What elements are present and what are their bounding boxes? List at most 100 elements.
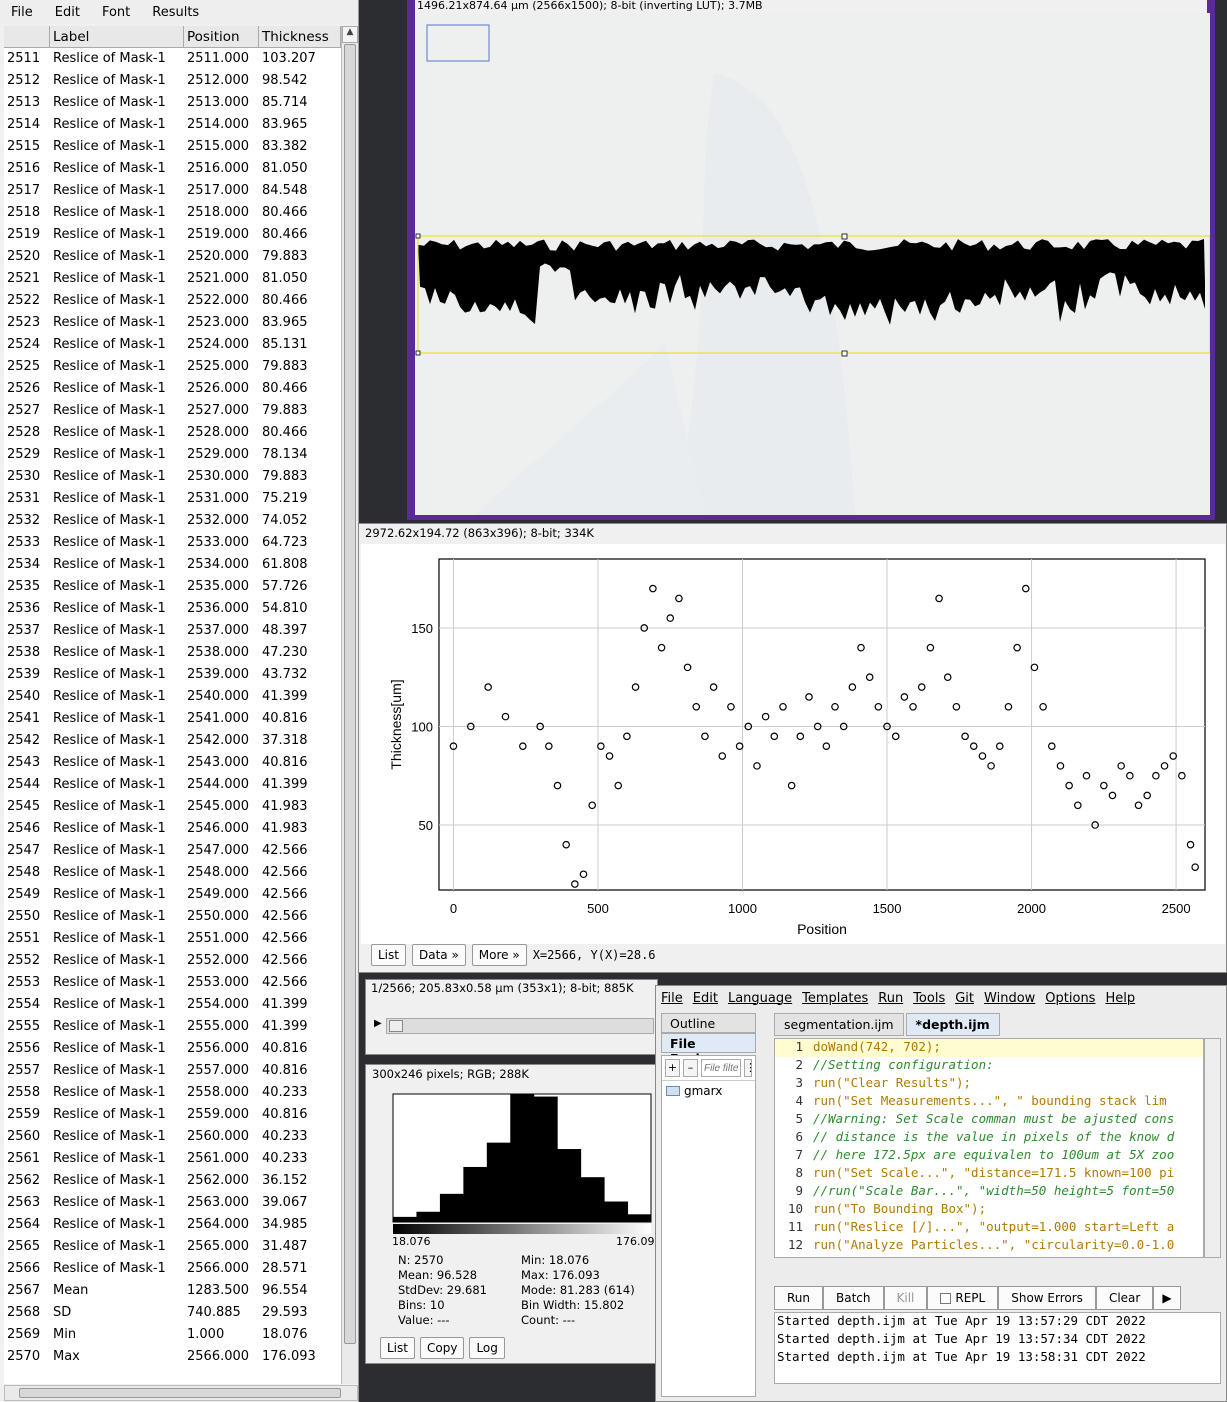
selection-handle[interactable] (841, 350, 848, 357)
console-output[interactable]: Started depth.ijm at Tue Apr 19 13:57:29… (774, 1312, 1221, 1384)
checkbox-icon[interactable] (940, 1292, 952, 1304)
table-row[interactable]: 2568 SD 740.885 29.593 (4, 1302, 341, 1324)
table-row[interactable]: 2556 Reslice of Mask-1 2556.000 40.816 (4, 1038, 341, 1060)
run-button[interactable]: Run (774, 1286, 824, 1310)
code-line[interactable]: 1 doWand(742, 702); (775, 1039, 1203, 1057)
table-row[interactable]: 2530 Reslice of Mask-1 2530.000 79.883 (4, 466, 341, 488)
menu-help[interactable]: Help (1100, 991, 1140, 1006)
repl-toggle[interactable]: REPL (927, 1286, 999, 1310)
table-row[interactable]: 2525 Reslice of Mask-1 2525.000 79.883 (4, 356, 341, 378)
scroll-thumb[interactable] (19, 1388, 341, 1398)
table-row[interactable]: 2563 Reslice of Mask-1 2563.000 39.067 (4, 1192, 341, 1214)
tab-outline[interactable]: Outline (661, 1013, 756, 1033)
table-row[interactable]: 2521 Reslice of Mask-1 2521.000 81.050 (4, 268, 341, 290)
table-row[interactable]: 2538 Reslice of Mask-1 2538.000 47.230 (4, 642, 341, 664)
column-header-thickness[interactable]: Thickness (259, 26, 341, 47)
table-row[interactable]: 2528 Reslice of Mask-1 2528.000 80.466 (4, 422, 341, 444)
table-row[interactable]: 2534 Reslice of Mask-1 2534.000 61.808 (4, 554, 341, 576)
table-row[interactable]: 2514 Reslice of Mask-1 2514.000 83.965 (4, 114, 341, 136)
code-line[interactable]: 10 run("To Bounding Box"); (775, 1201, 1203, 1219)
table-row[interactable]: 2511 Reslice of Mask-1 2511.000 103.207 (4, 48, 341, 70)
table-row[interactable]: 2561 Reslice of Mask-1 2561.000 40.233 (4, 1148, 341, 1170)
code-line[interactable]: 5 //Warning: Set Scale comman must be aju… (775, 1111, 1203, 1129)
table-row[interactable]: 2522 Reslice of Mask-1 2522.000 80.466 (4, 290, 341, 312)
table-row[interactable]: 2557 Reslice of Mask-1 2557.000 40.816 (4, 1060, 341, 1082)
list-button[interactable]: List (371, 944, 406, 966)
code-line[interactable]: 8 run("Set Scale...", "distance=171.5 kno… (775, 1165, 1203, 1183)
table-row[interactable]: 2531 Reslice of Mask-1 2531.000 75.219 (4, 488, 341, 510)
log-button[interactable]: Log (469, 1337, 505, 1359)
code-line[interactable]: 9 //run("Scale Bar...", "width=50 height=… (775, 1183, 1203, 1201)
column-header-index[interactable] (4, 26, 50, 47)
table-row[interactable]: 2553 Reslice of Mask-1 2553.000 42.566 (4, 972, 341, 994)
play-icon[interactable]: ▶ (374, 1018, 382, 1029)
data-button[interactable]: Data » (411, 944, 466, 966)
menu-edit[interactable]: Edit (688, 991, 723, 1006)
table-row[interactable]: 2540 Reslice of Mask-1 2540.000 41.399 (4, 686, 341, 708)
tab-depth[interactable]: *depth.ijm (905, 1013, 1000, 1036)
table-row[interactable]: 2550 Reslice of Mask-1 2550.000 42.566 (4, 906, 341, 928)
table-row[interactable]: 2558 Reslice of Mask-1 2558.000 40.233 (4, 1082, 341, 1104)
results-vertical-scrollbar[interactable]: ▲ (341, 26, 358, 1384)
table-row[interactable]: 2532 Reslice of Mask-1 2532.000 74.052 (4, 510, 341, 532)
code-line[interactable]: 3 run("Clear Results"); (775, 1075, 1203, 1093)
tab-segmentation[interactable]: segmentation.ijm (774, 1013, 904, 1036)
table-row[interactable]: 2535 Reslice of Mask-1 2535.000 57.726 (4, 576, 341, 598)
table-row[interactable]: 2551 Reslice of Mask-1 2551.000 42.566 (4, 928, 341, 950)
menu-window[interactable]: Window (979, 991, 1040, 1006)
table-row[interactable]: 2549 Reslice of Mask-1 2549.000 42.566 (4, 884, 341, 906)
table-row[interactable]: 2555 Reslice of Mask-1 2555.000 41.399 (4, 1016, 341, 1038)
menu-edit[interactable]: Edit (44, 5, 91, 20)
menu-file[interactable]: File (656, 991, 688, 1006)
table-row[interactable]: 2548 Reslice of Mask-1 2548.000 42.566 (4, 862, 341, 884)
selection-handle[interactable] (841, 233, 848, 240)
table-row[interactable]: 2512 Reslice of Mask-1 2512.000 98.542 (4, 70, 341, 92)
table-row[interactable]: 2519 Reslice of Mask-1 2519.000 80.466 (4, 224, 341, 246)
table-row[interactable]: 2566 Reslice of Mask-1 2566.000 28.571 (4, 1258, 341, 1280)
add-icon[interactable]: + (665, 1059, 680, 1077)
table-row[interactable]: 2552 Reslice of Mask-1 2552.000 42.566 (4, 950, 341, 972)
play-icon[interactable]: ▶ (1153, 1286, 1181, 1310)
table-row[interactable]: 2527 Reslice of Mask-1 2527.000 79.883 (4, 400, 341, 422)
table-row[interactable]: 2529 Reslice of Mask-1 2529.000 78.134 (4, 444, 341, 466)
table-row[interactable]: 2526 Reslice of Mask-1 2526.000 80.466 (4, 378, 341, 400)
table-row[interactable]: 2554 Reslice of Mask-1 2554.000 41.399 (4, 994, 341, 1016)
scroll-up-icon[interactable]: ▲ (342, 26, 358, 43)
code-line[interactable]: 7 // here 172.5px are equivalen to 100um … (775, 1147, 1203, 1165)
table-row[interactable]: 2523 Reslice of Mask-1 2523.000 83.965 (4, 312, 341, 334)
table-row[interactable]: 2567 Mean 1283.500 96.554 (4, 1280, 341, 1302)
code-vertical-scrollbar[interactable] (1204, 1038, 1221, 1258)
table-row[interactable]: 2543 Reslice of Mask-1 2543.000 40.816 (4, 752, 341, 774)
table-row[interactable]: 2546 Reslice of Mask-1 2546.000 41.983 (4, 818, 341, 840)
code-area[interactable]: 1 doWand(742, 702); 2 //Setting configurati… (774, 1038, 1204, 1258)
code-line[interactable]: 6 // distance is the value in pixels of t… (775, 1129, 1203, 1147)
code-line[interactable]: 4 run("Set Measurements...", " bounding s… (775, 1093, 1203, 1111)
table-row[interactable]: 2539 Reslice of Mask-1 2539.000 43.732 (4, 664, 341, 686)
image-canvas[interactable] (415, 13, 1210, 515)
code-line[interactable]: 12 run("Analyze Particles...", "circulari… (775, 1237, 1203, 1255)
batch-button[interactable]: Batch (823, 1286, 884, 1310)
table-row[interactable]: 2560 Reslice of Mask-1 2560.000 40.233 (4, 1126, 341, 1148)
table-row[interactable]: 2544 Reslice of Mask-1 2544.000 41.399 (4, 774, 341, 796)
menu-results[interactable]: Results (141, 5, 210, 20)
table-row[interactable]: 2542 Reslice of Mask-1 2542.000 37.318 (4, 730, 341, 752)
table-row[interactable]: 2569 Min 1.000 18.076 (4, 1324, 341, 1346)
tab-file-explorer[interactable]: File Explorer (661, 1033, 756, 1066)
more-button[interactable]: More » (471, 944, 527, 966)
table-row[interactable]: 2564 Reslice of Mask-1 2564.000 34.985 (4, 1214, 341, 1236)
column-header-position[interactable]: Position (184, 26, 259, 47)
table-row[interactable]: 2515 Reslice of Mask-1 2515.000 83.382 (4, 136, 341, 158)
clear-button[interactable]: Clear (1095, 1286, 1154, 1310)
results-table[interactable]: Label Position Thickness 2511 Reslice of … (4, 26, 341, 1384)
results-horizontal-scrollbar[interactable] (4, 1385, 358, 1401)
table-row[interactable]: 2513 Reslice of Mask-1 2513.000 85.714 (4, 92, 341, 114)
menu-language[interactable]: Language (723, 991, 797, 1006)
menu-templates[interactable]: Templates (797, 991, 873, 1006)
selection-handle[interactable] (415, 350, 421, 356)
plot-canvas[interactable]: 0 500 1000 1500 2000 2500 50 100 150 Position Thic… (361, 544, 1225, 944)
menu-run[interactable]: Run (873, 991, 908, 1006)
table-row[interactable]: 2547 Reslice of Mask-1 2547.000 42.566 (4, 840, 341, 862)
table-row[interactable]: 2541 Reslice of Mask-1 2541.000 40.816 (4, 708, 341, 730)
show-errors-button[interactable]: Show Errors (998, 1286, 1096, 1310)
table-row[interactable]: 2559 Reslice of Mask-1 2559.000 40.816 (4, 1104, 341, 1126)
